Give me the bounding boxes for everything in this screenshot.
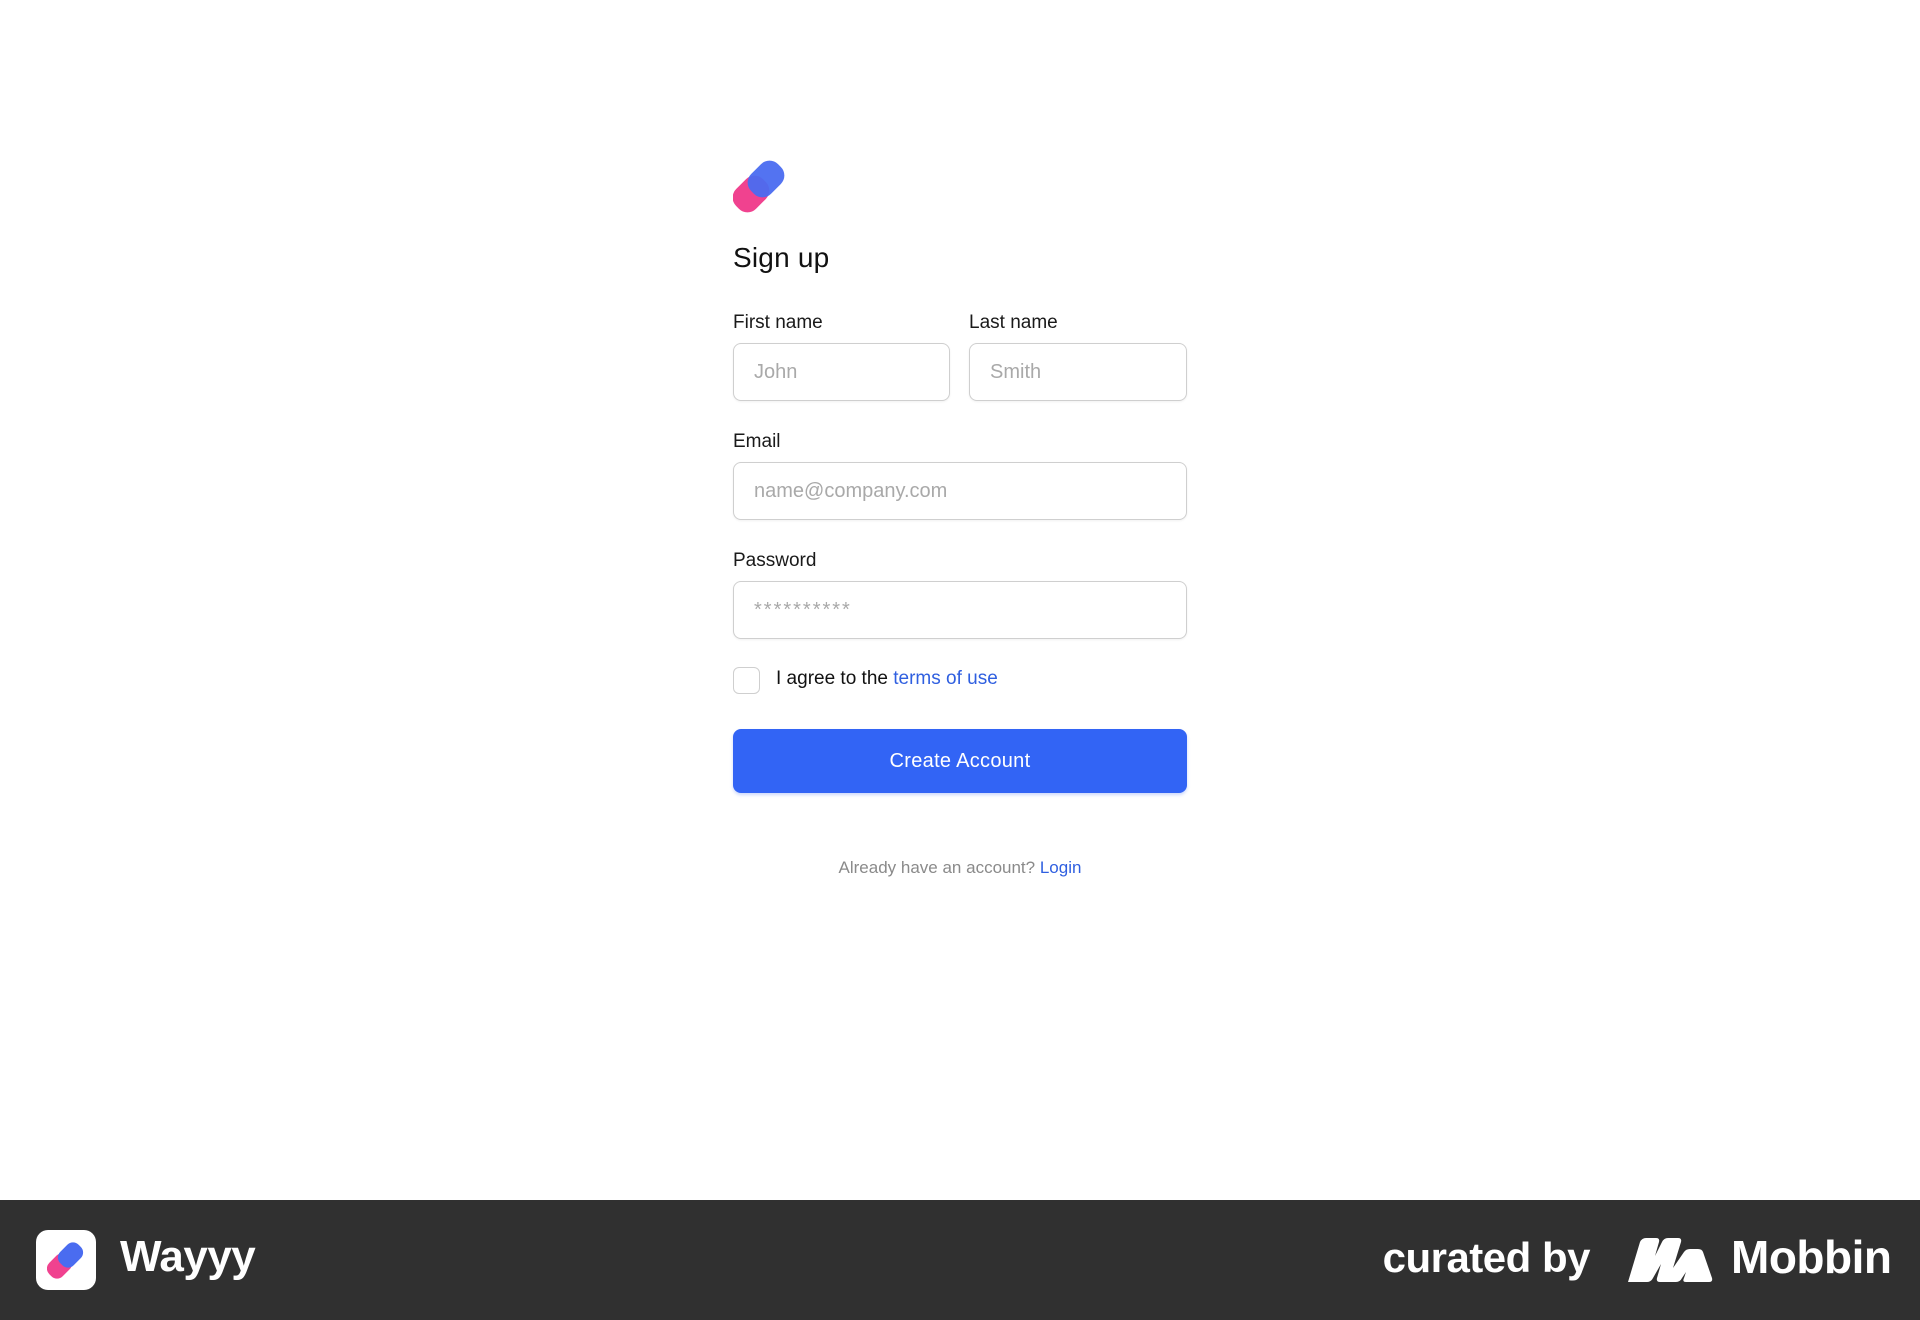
email-label: Email	[733, 431, 781, 452]
mobbin-logo-icon	[1628, 1238, 1713, 1282]
email-input[interactable]	[733, 462, 1187, 520]
first-name-input[interactable]	[733, 343, 950, 401]
terms-agree-text: I agree to the terms of use	[776, 668, 998, 690]
page: Sign up First name Last name Email Passw…	[0, 0, 1920, 1320]
page-title: Sign up	[733, 242, 830, 273]
app-name: Wayyy	[120, 1232, 256, 1281]
password-input[interactable]	[733, 581, 1187, 639]
first-name-label: First name	[733, 312, 823, 333]
login-prompt-text: Already have an account?	[838, 858, 1040, 877]
last-name-label: Last name	[969, 312, 1058, 333]
login-link[interactable]: Login	[1040, 858, 1082, 877]
last-name-input[interactable]	[969, 343, 1187, 401]
terms-agree-label: I agree to the	[776, 668, 894, 689]
terms-checkbox[interactable]	[733, 667, 760, 694]
terms-of-use-link[interactable]: terms of use	[893, 668, 998, 689]
footer-bar: Wayyy curated by Mobbin	[0, 1200, 1920, 1320]
curated-by-label: curated by	[1382, 1234, 1591, 1281]
login-prompt: Already have an account? Login	[733, 858, 1187, 878]
create-account-button[interactable]: Create Account	[733, 729, 1187, 793]
app-logo-icon	[733, 160, 785, 213]
password-label: Password	[733, 550, 817, 571]
main-content: Sign up First name Last name Email Passw…	[0, 0, 1920, 1200]
wayyy-app-icon	[36, 1230, 96, 1290]
mobbin-brand-name: Mobbin	[1731, 1231, 1892, 1283]
app-logo-icon	[47, 1242, 84, 1279]
